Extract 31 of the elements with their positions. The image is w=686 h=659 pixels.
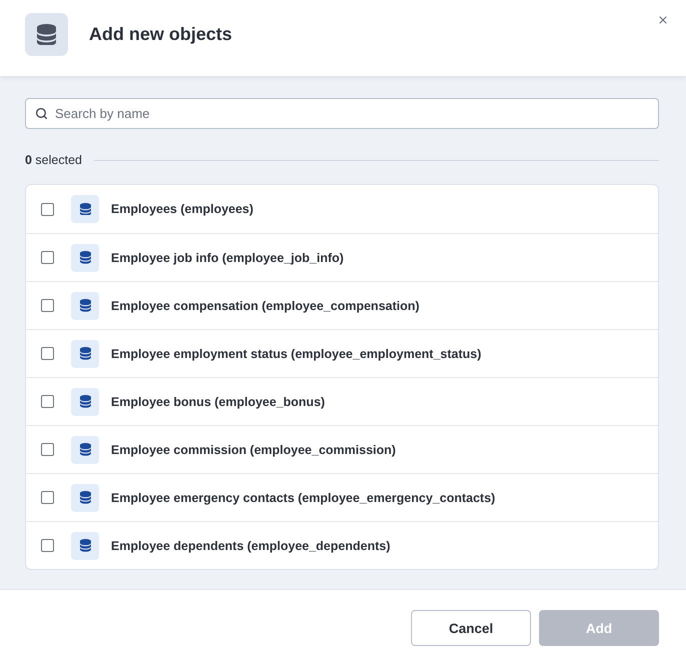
checkbox[interactable]: [41, 395, 54, 408]
database-icon: [71, 484, 99, 512]
search-field[interactable]: Search by name: [25, 98, 659, 129]
close-icon[interactable]: [657, 14, 669, 26]
checkbox[interactable]: [41, 539, 54, 552]
cancel-button[interactable]: Cancel: [411, 610, 531, 646]
database-icon: [25, 13, 68, 56]
database-icon: [71, 292, 99, 320]
object-name: Employee emergency contacts (employee_emergency_contacts): [111, 490, 496, 504]
object-name: Employee bonus (employee_bonus): [111, 394, 325, 408]
object-name: Employee job info (employee_job_info): [111, 250, 344, 264]
checkbox[interactable]: [41, 347, 54, 360]
checkbox[interactable]: [41, 299, 54, 312]
object-name: Employee commission (employee_commission): [111, 442, 396, 456]
database-icon: [71, 340, 99, 368]
search-icon: [35, 107, 48, 120]
object-name: Employee compensation (employee_compensation): [111, 298, 420, 312]
checkbox[interactable]: [41, 491, 54, 504]
dialog-title: Add new objects: [89, 23, 232, 46]
selection-count: 0 selected: [25, 152, 82, 169]
database-icon: [71, 195, 99, 223]
object-name: Employees (employees): [111, 202, 254, 216]
checkbox[interactable]: [41, 202, 54, 216]
checkbox[interactable]: [41, 251, 54, 264]
checkbox[interactable]: [41, 443, 54, 456]
database-icon: [71, 244, 99, 272]
object-name: Employee dependents (employee_dependents): [111, 538, 390, 552]
database-icon: [71, 532, 99, 560]
object-name: Employee employment status (employee_employment_status): [111, 346, 482, 360]
database-icon: [71, 436, 99, 464]
database-icon: [71, 388, 99, 416]
